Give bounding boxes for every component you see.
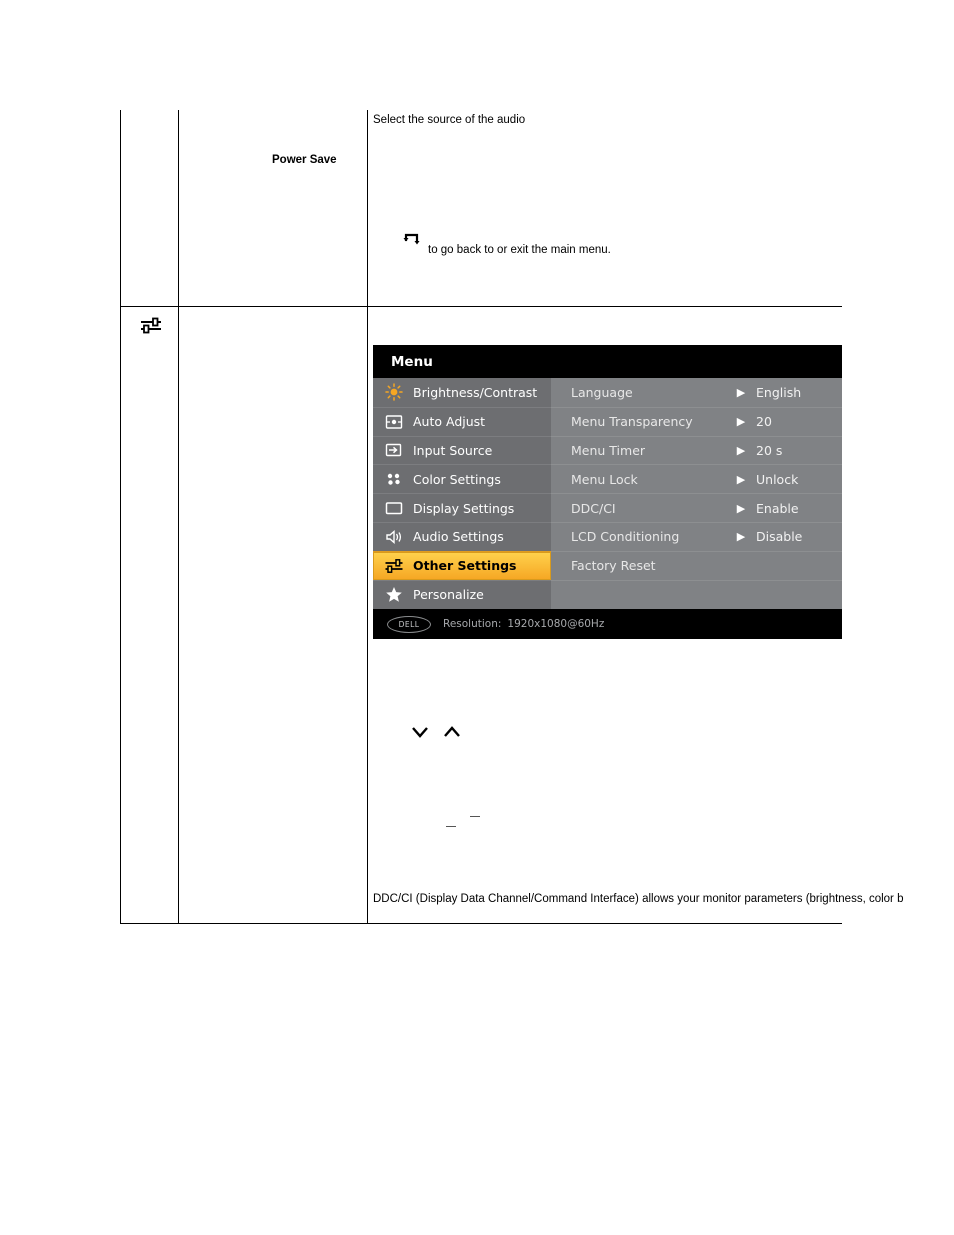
back-note-text: to go back to or exit the main menu. [428, 244, 611, 256]
option-label: Menu Timer [571, 442, 646, 458]
audio-settings-icon [383, 528, 405, 546]
osd-footer: DELL Resolution: 1920x1080@60Hz [373, 609, 842, 639]
option-label: Language [571, 384, 633, 400]
table-row-divider [120, 306, 842, 307]
menu-item-label: Audio Settings [413, 529, 504, 545]
menu-item-label: Color Settings [413, 471, 501, 487]
option-label: DDC/CI [571, 500, 616, 516]
menu-item-audio-settings[interactable]: Audio Settings [373, 521, 551, 551]
menu-item-color-settings[interactable]: Color Settings [373, 464, 551, 494]
chevron-up-icon [442, 723, 462, 741]
menu-item-personalize[interactable]: Personalize [373, 579, 551, 609]
back-arrow-icon [401, 228, 423, 250]
option-arrow-icon: ▶ [736, 501, 746, 515]
color-settings-icon [383, 470, 405, 488]
option-row-language[interactable]: Language ▶ English [551, 378, 842, 407]
option-row-empty [551, 579, 842, 609]
osd-menu[interactable]: Menu Brightness/Contrast Auto Adjust Inp… [373, 345, 842, 639]
osd-title: Menu [373, 345, 842, 378]
dash-mark-left [446, 826, 456, 827]
option-label: Menu Transparency [571, 414, 693, 430]
option-arrow-icon: ▶ [736, 415, 746, 429]
option-arrow-icon: ▶ [736, 443, 746, 457]
option-row-factory-reset[interactable]: Factory Reset [551, 550, 842, 580]
option-arrow-icon: ▶ [736, 530, 746, 544]
option-label: LCD Conditioning [571, 529, 680, 545]
menu-item-label: Brightness/Contrast [413, 384, 538, 400]
menu-item-label: Auto Adjust [413, 414, 486, 430]
resolution-value: 1920x1080@60Hz [507, 618, 605, 630]
option-value: 20 s [756, 442, 783, 458]
menu-item-display-settings[interactable]: Display Settings [373, 493, 551, 522]
other-settings-icon [139, 316, 163, 336]
menu-item-label: Other Settings [413, 558, 517, 574]
option-row-menu-timer[interactable]: Menu Timer ▶ 20 s [551, 435, 842, 465]
option-value: Disable [756, 529, 803, 545]
option-label: Menu Lock [571, 471, 638, 487]
osd-options-list[interactable]: Language ▶ English Menu Transparency ▶ 2… [551, 378, 842, 609]
auto-adjust-icon [383, 413, 405, 431]
resolution-label: Resolution: [443, 618, 502, 630]
audio-source-description: Select the source of the audio [373, 114, 526, 126]
option-arrow-icon: ▶ [736, 472, 746, 486]
dell-logo: DELL [387, 615, 431, 633]
option-row-ddcci[interactable]: DDC/CI ▶ Enable [551, 493, 842, 522]
menu-item-other-settings[interactable]: Other Settings [373, 550, 551, 580]
menu-item-label: Input Source [413, 442, 493, 458]
table-left-border [120, 110, 121, 924]
chevron-down-icon [410, 723, 430, 741]
personalize-star-icon [383, 585, 405, 603]
power-save-label: Power Save [272, 154, 337, 166]
menu-item-label: Display Settings [413, 500, 515, 516]
other-settings-icon [383, 557, 405, 575]
osd-body: Brightness/Contrast Auto Adjust Input So… [373, 378, 842, 609]
option-arrow-icon: ▶ [736, 385, 746, 399]
osd-menu-list[interactable]: Brightness/Contrast Auto Adjust Input So… [373, 378, 551, 609]
menu-item-auto-adjust[interactable]: Auto Adjust [373, 406, 551, 436]
option-row-menu-transparency[interactable]: Menu Transparency ▶ 20 [551, 406, 842, 436]
option-value: Unlock [756, 471, 799, 487]
input-source-icon [383, 441, 405, 459]
option-row-lcd-conditioning[interactable]: LCD Conditioning ▶ Disable [551, 521, 842, 551]
option-value: 20 [756, 414, 772, 430]
menu-item-label: Personalize [413, 586, 484, 602]
option-row-menu-lock[interactable]: Menu Lock ▶ Unlock [551, 464, 842, 494]
table-col1-border [178, 110, 179, 924]
document-page: Power Save Select the source of the audi… [0, 0, 954, 1235]
dash-mark-right [470, 816, 480, 817]
option-value: Enable [756, 500, 799, 516]
option-label: Factory Reset [571, 558, 656, 574]
table-col2-border [367, 110, 368, 924]
brightness-icon [383, 383, 405, 402]
option-value: English [756, 384, 802, 400]
menu-item-brightness-contrast[interactable]: Brightness/Contrast [373, 378, 551, 407]
menu-item-input-source[interactable]: Input Source [373, 435, 551, 465]
ddcci-description: DDC/CI (Display Data Channel/Command Int… [373, 893, 904, 905]
display-settings-icon [383, 499, 405, 517]
table-bottom-border [120, 923, 842, 924]
